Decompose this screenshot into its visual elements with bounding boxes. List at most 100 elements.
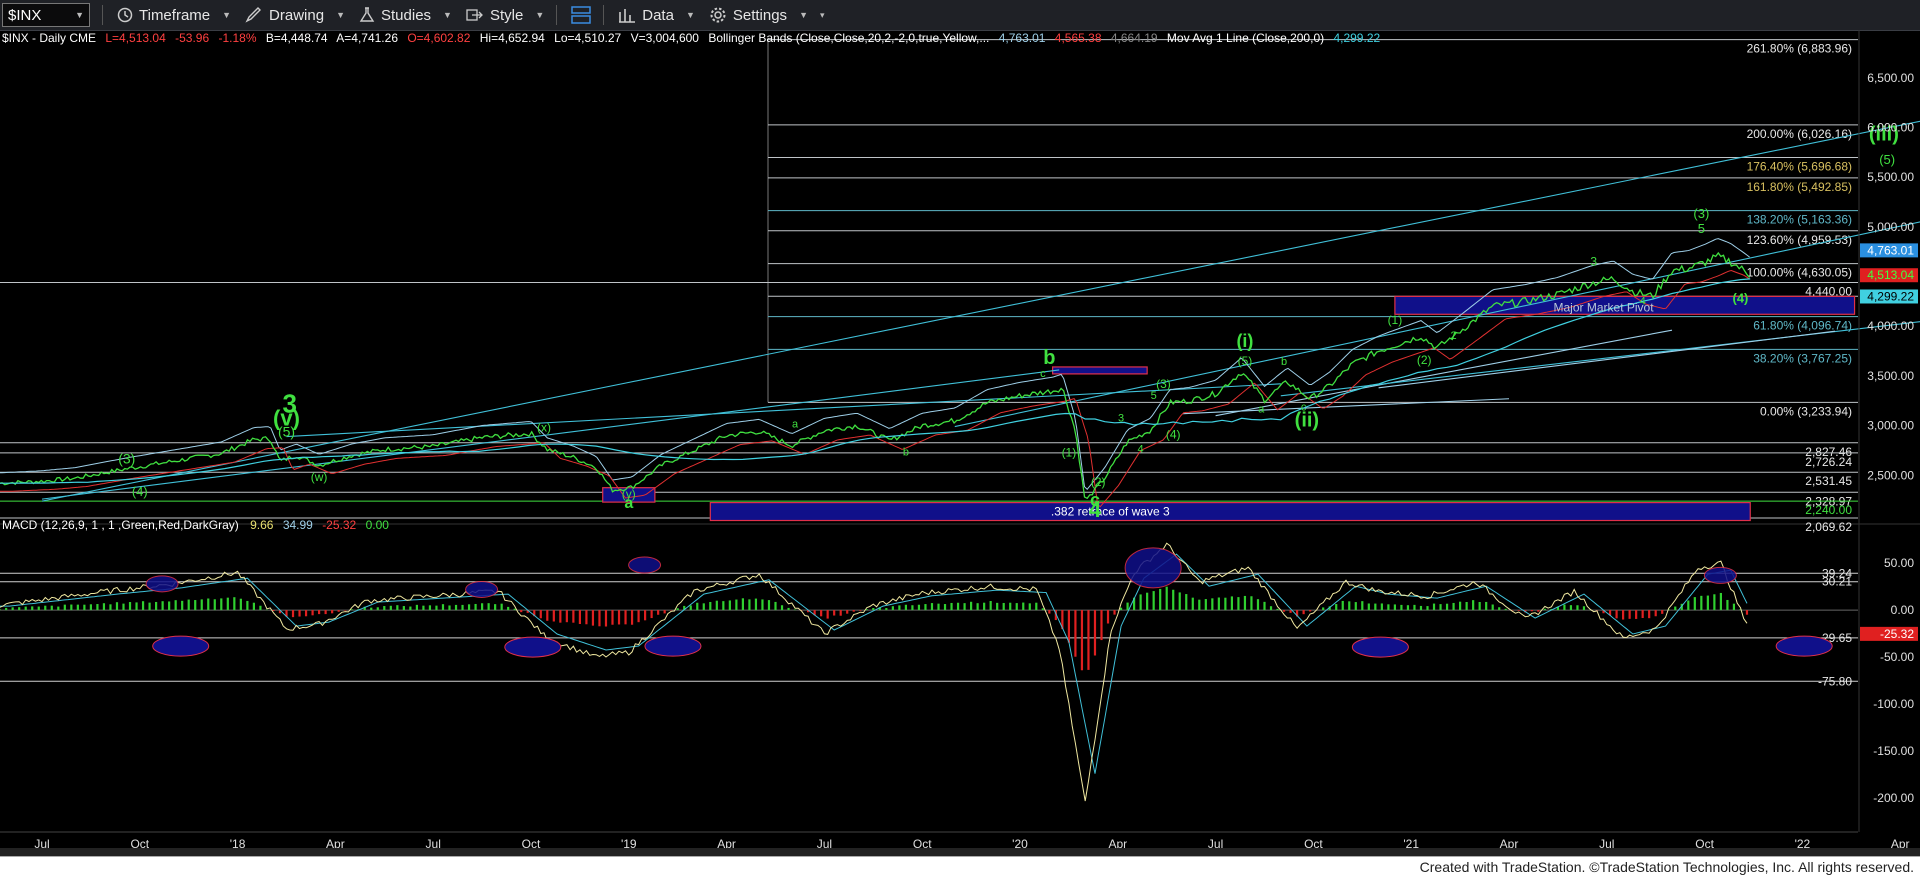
wave-label: 4 bbox=[1640, 295, 1646, 307]
wave-label: b bbox=[903, 446, 909, 458]
symbol-input[interactable]: $INX ▼ bbox=[2, 3, 90, 27]
wave-label: (1) bbox=[1062, 445, 1077, 459]
macd-level-label: 39.24 bbox=[1822, 566, 1852, 580]
chevron-down-icon: ▼ bbox=[336, 10, 345, 20]
macd-panel: 30.2139.24-29.65-75.80 bbox=[0, 542, 1858, 802]
chevron-down-icon: ▼ bbox=[685, 10, 695, 20]
macd-badge-label: -25.32 bbox=[1880, 627, 1914, 641]
wave-label: 3 bbox=[1118, 413, 1124, 425]
header-low: L=4,513.04 bbox=[105, 31, 166, 45]
macd-value-1: 9.66 bbox=[250, 518, 274, 532]
wave-label: (5) bbox=[278, 424, 295, 440]
price-axis-tick: 5,000.00 bbox=[1867, 220, 1914, 234]
price-header: $INX - Daily CME L=4,513.04 -53.96 -1.18… bbox=[2, 31, 1380, 45]
wave-label: c bbox=[1040, 368, 1046, 380]
header-change: -53.96 bbox=[175, 31, 209, 45]
wave-label: b bbox=[1281, 356, 1287, 368]
price-badge-label: 4,513.04 bbox=[1867, 268, 1914, 282]
wave-labels: Major Market Pivot3(v)(5)(3)(4)(w)(x)(y)… bbox=[118, 123, 1899, 522]
gear-icon bbox=[709, 6, 727, 24]
macd-low-ellipse bbox=[152, 635, 210, 657]
wave-label: (2) bbox=[1091, 475, 1106, 489]
studies-label: Studies bbox=[381, 6, 432, 24]
target-boxes: .382 retrace of wave 3 bbox=[602, 295, 1856, 522]
style-label: Style bbox=[489, 6, 524, 24]
price-axis-tick: 6,500.00 bbox=[1867, 71, 1914, 85]
flask-icon bbox=[359, 7, 375, 23]
price-axis-tick: 4,000.00 bbox=[1867, 319, 1914, 333]
wave-label: (5) bbox=[1879, 152, 1895, 167]
header-high: Hi=4,652.94 bbox=[480, 31, 545, 45]
wave-label: (x) bbox=[537, 421, 551, 435]
macd-label: MACD (12,26,9, 1 , 1 ,Green,Red,DarkGray… bbox=[2, 518, 239, 532]
style-button[interactable]: Style ▼ bbox=[466, 7, 544, 24]
horizontal-scrollbar[interactable] bbox=[0, 848, 1920, 856]
timeframe-label: Timeframe bbox=[139, 6, 211, 24]
trendline bbox=[286, 383, 1281, 438]
toolbar: $INX ▼ Timeframe ▼ Drawing ▼ Studies ▼ S… bbox=[0, 0, 1920, 31]
header-bb-lower: 4,565.38 bbox=[1055, 31, 1102, 45]
settings-label: Settings bbox=[732, 6, 788, 24]
header-bb-label: Bollinger Bands (Close,Close,20,2,-2,0,t… bbox=[708, 31, 989, 45]
fib-level-label: 261.80% (6,883.96) bbox=[1747, 42, 1852, 56]
wave-b-box bbox=[1051, 366, 1148, 375]
macd-value-2: 34.99 bbox=[283, 518, 313, 532]
wave-label: 5 bbox=[1151, 390, 1157, 402]
drawing-button[interactable]: Drawing ▼ bbox=[245, 7, 345, 24]
wave-label: (5) bbox=[1238, 354, 1253, 368]
wave-label: (3) bbox=[1156, 377, 1171, 391]
wave-label: (i) bbox=[1236, 331, 1253, 351]
settings-button[interactable]: Settings ▼ ▾ bbox=[709, 6, 825, 24]
price-level-label: 2,069.62 bbox=[1805, 520, 1852, 534]
wave-label: (2) bbox=[1417, 353, 1432, 367]
fib-level-label: 161.80% (5,492.85) bbox=[1747, 180, 1852, 194]
timeframe-button[interactable]: Timeframe ▼ bbox=[117, 7, 231, 24]
chevron-down-icon: ▼ bbox=[222, 10, 232, 20]
wave-label: 4 bbox=[1138, 443, 1144, 455]
header-ma-value: 4,299.22 bbox=[1333, 31, 1380, 45]
macd-high-ellipse bbox=[145, 575, 179, 593]
layout-button[interactable] bbox=[571, 5, 591, 25]
macd-low-ellipse bbox=[504, 636, 562, 658]
macd-high-ellipse bbox=[1703, 566, 1737, 584]
chevron-down-icon[interactable]: ▼ bbox=[75, 10, 84, 20]
wave-label: (1) bbox=[1388, 313, 1403, 327]
macd-axis-tick: -150.00 bbox=[1873, 744, 1914, 758]
wave-label: (3) bbox=[118, 450, 135, 466]
symbol-text: $INX bbox=[8, 6, 42, 24]
wave-label: (w) bbox=[311, 470, 328, 484]
fib-level-label: 138.20% (5,163.36) bbox=[1747, 213, 1852, 227]
chart-canvas[interactable]: 261.80% (6,883.96)200.00% (6,026.16)176.… bbox=[0, 30, 1920, 856]
layout-icon bbox=[571, 5, 591, 25]
upper-bollinger-band bbox=[0, 238, 1750, 491]
price-axis-tick: 3,500.00 bbox=[1867, 369, 1914, 383]
wave-label: a bbox=[1258, 404, 1265, 416]
data-button[interactable]: Data ▼ bbox=[618, 7, 695, 24]
toolbar-divider bbox=[556, 5, 558, 25]
price-axis-tick: 5,500.00 bbox=[1867, 170, 1914, 184]
macd-header: MACD (12,26,9, 1 , 1 ,Green,Red,DarkGray… bbox=[2, 518, 389, 532]
header-open: O=4,602.82 bbox=[407, 31, 470, 45]
header-bb-mid: 4,664.19 bbox=[1111, 31, 1158, 45]
macd-high-ellipse bbox=[628, 556, 662, 574]
macd-high-ellipse bbox=[1124, 547, 1182, 589]
wave-label: (4) bbox=[132, 484, 148, 499]
macd-axis-tick: -100.00 bbox=[1873, 697, 1914, 711]
axes: 6,500.00 6,000.00 5,500.00 5,000.00 4,000.00… bbox=[0, 30, 1918, 851]
data-label: Data bbox=[642, 6, 674, 24]
wave-label: a bbox=[792, 419, 799, 431]
studies-button[interactable]: Studies ▼ bbox=[359, 7, 452, 24]
fib-level-label: 176.40% (5,696.68) bbox=[1747, 160, 1852, 174]
header-bb-upper: 4,763.01 bbox=[999, 31, 1046, 45]
macd-low-ellipse bbox=[1775, 635, 1833, 657]
footer: Created with TradeStation. ©TradeStation… bbox=[0, 856, 1920, 876]
wave-label: (4) bbox=[1733, 290, 1749, 305]
price-level-label: 2,240.00 bbox=[1805, 503, 1852, 517]
retrace-box bbox=[709, 502, 1751, 522]
clock-icon bbox=[117, 7, 133, 23]
macd-high-ellipse bbox=[465, 580, 499, 598]
header-bid: B=4,448.74 bbox=[266, 31, 328, 45]
header-ask: A=4,741.26 bbox=[336, 31, 398, 45]
trendline bbox=[41, 120, 1920, 502]
trendlines bbox=[41, 120, 1920, 502]
